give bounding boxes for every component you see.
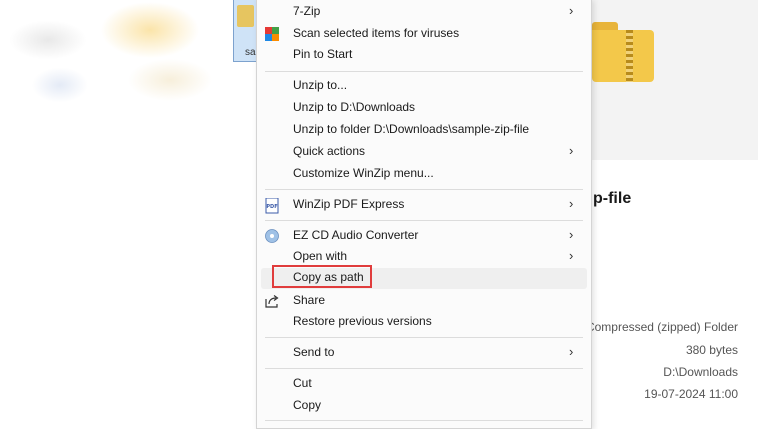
zip-file-icon bbox=[237, 5, 254, 27]
menu-separator bbox=[265, 337, 583, 338]
selected-file-name: sa bbox=[245, 47, 256, 58]
menu-item-winzip-pdf-express[interactable]: PDF WinZip PDF Express › bbox=[257, 195, 591, 216]
menu-item-7zip[interactable]: 7-Zip › bbox=[257, 2, 591, 23]
menu-item-label: Copy bbox=[293, 398, 322, 412]
menu-item-unzip-to-downloads[interactable]: Unzip to D:\Downloads bbox=[257, 98, 591, 119]
menu-separator bbox=[265, 189, 583, 190]
menu-item-share[interactable]: Share bbox=[257, 291, 591, 312]
menu-item-copy[interactable]: Copy bbox=[257, 396, 591, 417]
menu-item-label: Cut bbox=[293, 376, 312, 390]
context-menu: 7-Zip › Scan selected items for viruses … bbox=[256, 0, 592, 429]
menu-item-label: Scan selected items for viruses bbox=[293, 26, 460, 40]
menu-item-label: Send to bbox=[293, 345, 335, 359]
pdf-icon: PDF bbox=[265, 197, 279, 214]
menu-separator bbox=[265, 71, 583, 72]
menu-item-cut[interactable]: Cut bbox=[257, 374, 591, 395]
menu-item-unzip-to[interactable]: Unzip to... bbox=[257, 76, 591, 97]
file-size-value: 380 bytes bbox=[685, 343, 738, 357]
menu-item-label: WinZip PDF Express bbox=[293, 197, 405, 211]
antivirus-icon bbox=[265, 27, 279, 41]
preview-file-title: p-file bbox=[593, 190, 632, 207]
chevron-right-icon: › bbox=[569, 227, 574, 242]
menu-item-send-to[interactable]: Send to › bbox=[257, 343, 591, 364]
menu-item-pin-to-start[interactable]: Pin to Start bbox=[257, 45, 591, 66]
menu-item-label: Unzip to D:\Downloads bbox=[293, 100, 416, 114]
menu-item-restore-previous-versions[interactable]: Restore previous versions bbox=[257, 312, 591, 333]
svg-text:PDF: PDF bbox=[266, 204, 277, 210]
menu-item-unzip-to-folder[interactable]: Unzip to folder D:\Downloads\sample-zip-… bbox=[257, 120, 591, 141]
copy-as-path-highlight-box bbox=[272, 265, 372, 288]
menu-item-label: Pin to Start bbox=[293, 47, 353, 61]
menu-item-label: Customize WinZip menu... bbox=[293, 166, 434, 180]
menu-item-label: Share bbox=[293, 293, 326, 307]
menu-item-label: EZ CD Audio Converter bbox=[293, 228, 419, 242]
file-type-value: Compressed (zipped) Folder bbox=[585, 320, 738, 334]
file-date-value: 19-07-2024 11:00 bbox=[644, 387, 738, 401]
menu-item-label: Quick actions bbox=[293, 144, 366, 158]
selected-zip-file[interactable]: sa bbox=[233, 0, 257, 62]
chevron-right-icon: › bbox=[569, 344, 574, 359]
cd-icon bbox=[265, 229, 279, 243]
chevron-right-icon: › bbox=[569, 3, 574, 18]
menu-item-label: Open with bbox=[293, 249, 348, 263]
share-icon bbox=[265, 294, 279, 308]
menu-item-ez-cd-audio-converter[interactable]: EZ CD Audio Converter › bbox=[257, 226, 591, 247]
menu-item-label: Unzip to... bbox=[293, 78, 348, 92]
chevron-right-icon: › bbox=[569, 196, 574, 211]
chevron-right-icon: › bbox=[569, 143, 574, 158]
zip-folder-icon bbox=[592, 22, 654, 82]
menu-separator bbox=[265, 420, 583, 421]
file-location-value: D:\Downloads bbox=[663, 365, 738, 379]
blurred-file-list bbox=[0, 0, 232, 120]
menu-item-label: Unzip to folder D:\Downloads\sample-zip-… bbox=[293, 122, 530, 136]
menu-separator bbox=[265, 220, 583, 221]
menu-item-label: Restore previous versions bbox=[293, 314, 432, 328]
menu-item-quick-actions[interactable]: Quick actions › bbox=[257, 142, 591, 163]
menu-item-label: 7-Zip bbox=[293, 4, 321, 18]
chevron-right-icon: › bbox=[569, 248, 574, 263]
menu-item-customize-winzip[interactable]: Customize WinZip menu... bbox=[257, 164, 591, 185]
menu-separator bbox=[265, 368, 583, 369]
menu-item-scan-viruses[interactable]: Scan selected items for viruses bbox=[257, 24, 591, 45]
